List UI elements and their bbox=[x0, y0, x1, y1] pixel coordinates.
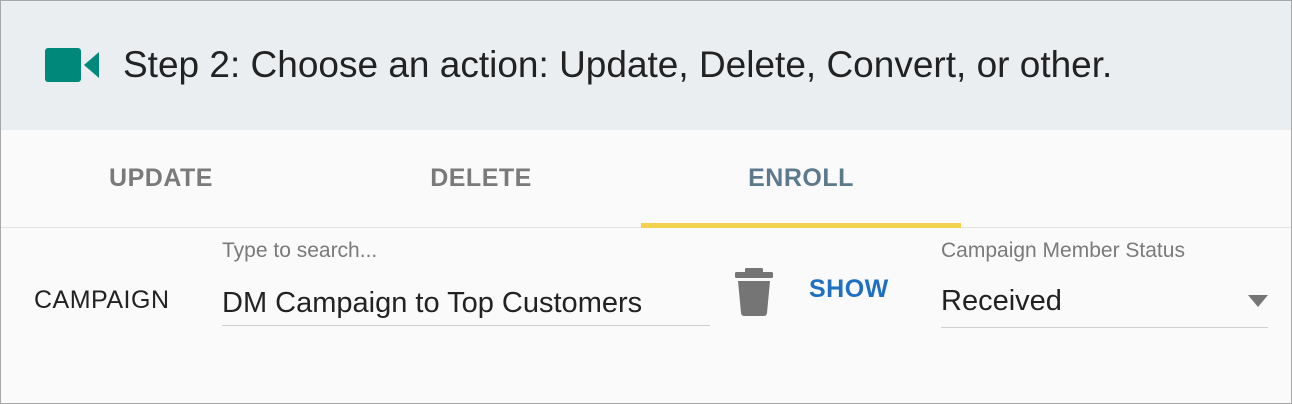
tab-update-label: UPDATE bbox=[109, 164, 213, 192]
tab-delete-label: DELETE bbox=[430, 164, 532, 192]
action-tabs: UPDATE DELETE ENROLL bbox=[1, 130, 1291, 228]
tab-update[interactable]: UPDATE bbox=[1, 130, 321, 227]
tab-enroll-label: ENROLL bbox=[748, 164, 854, 192]
active-tab-indicator bbox=[641, 223, 961, 228]
tab-delete[interactable]: DELETE bbox=[321, 130, 641, 227]
tab-enroll[interactable]: ENROLL bbox=[641, 130, 961, 228]
page-title: Step 2: Choose an action: Update, Delete… bbox=[123, 44, 1113, 85]
campaign-label: CAMPAIGN bbox=[34, 286, 170, 314]
action-panel: Step 2: Choose an action: Update, Delete… bbox=[0, 0, 1292, 404]
caret-down-icon bbox=[1248, 295, 1268, 307]
status-field-label: Campaign Member Status bbox=[941, 239, 1185, 262]
trash-icon[interactable] bbox=[735, 268, 773, 316]
step-header: Step 2: Choose an action: Update, Delete… bbox=[1, 1, 1291, 130]
campaign-member-status: Campaign Member Status Received bbox=[941, 237, 1268, 329]
video-camera-icon bbox=[45, 48, 99, 82]
search-placeholder-label: Type to search... bbox=[222, 239, 378, 262]
show-button[interactable]: SHOW bbox=[809, 273, 889, 305]
status-select[interactable]: Received bbox=[941, 281, 1268, 328]
campaign-search: Type to search... bbox=[222, 237, 710, 329]
status-selected-value: Received bbox=[941, 285, 1062, 317]
campaign-search-input[interactable] bbox=[222, 281, 710, 326]
